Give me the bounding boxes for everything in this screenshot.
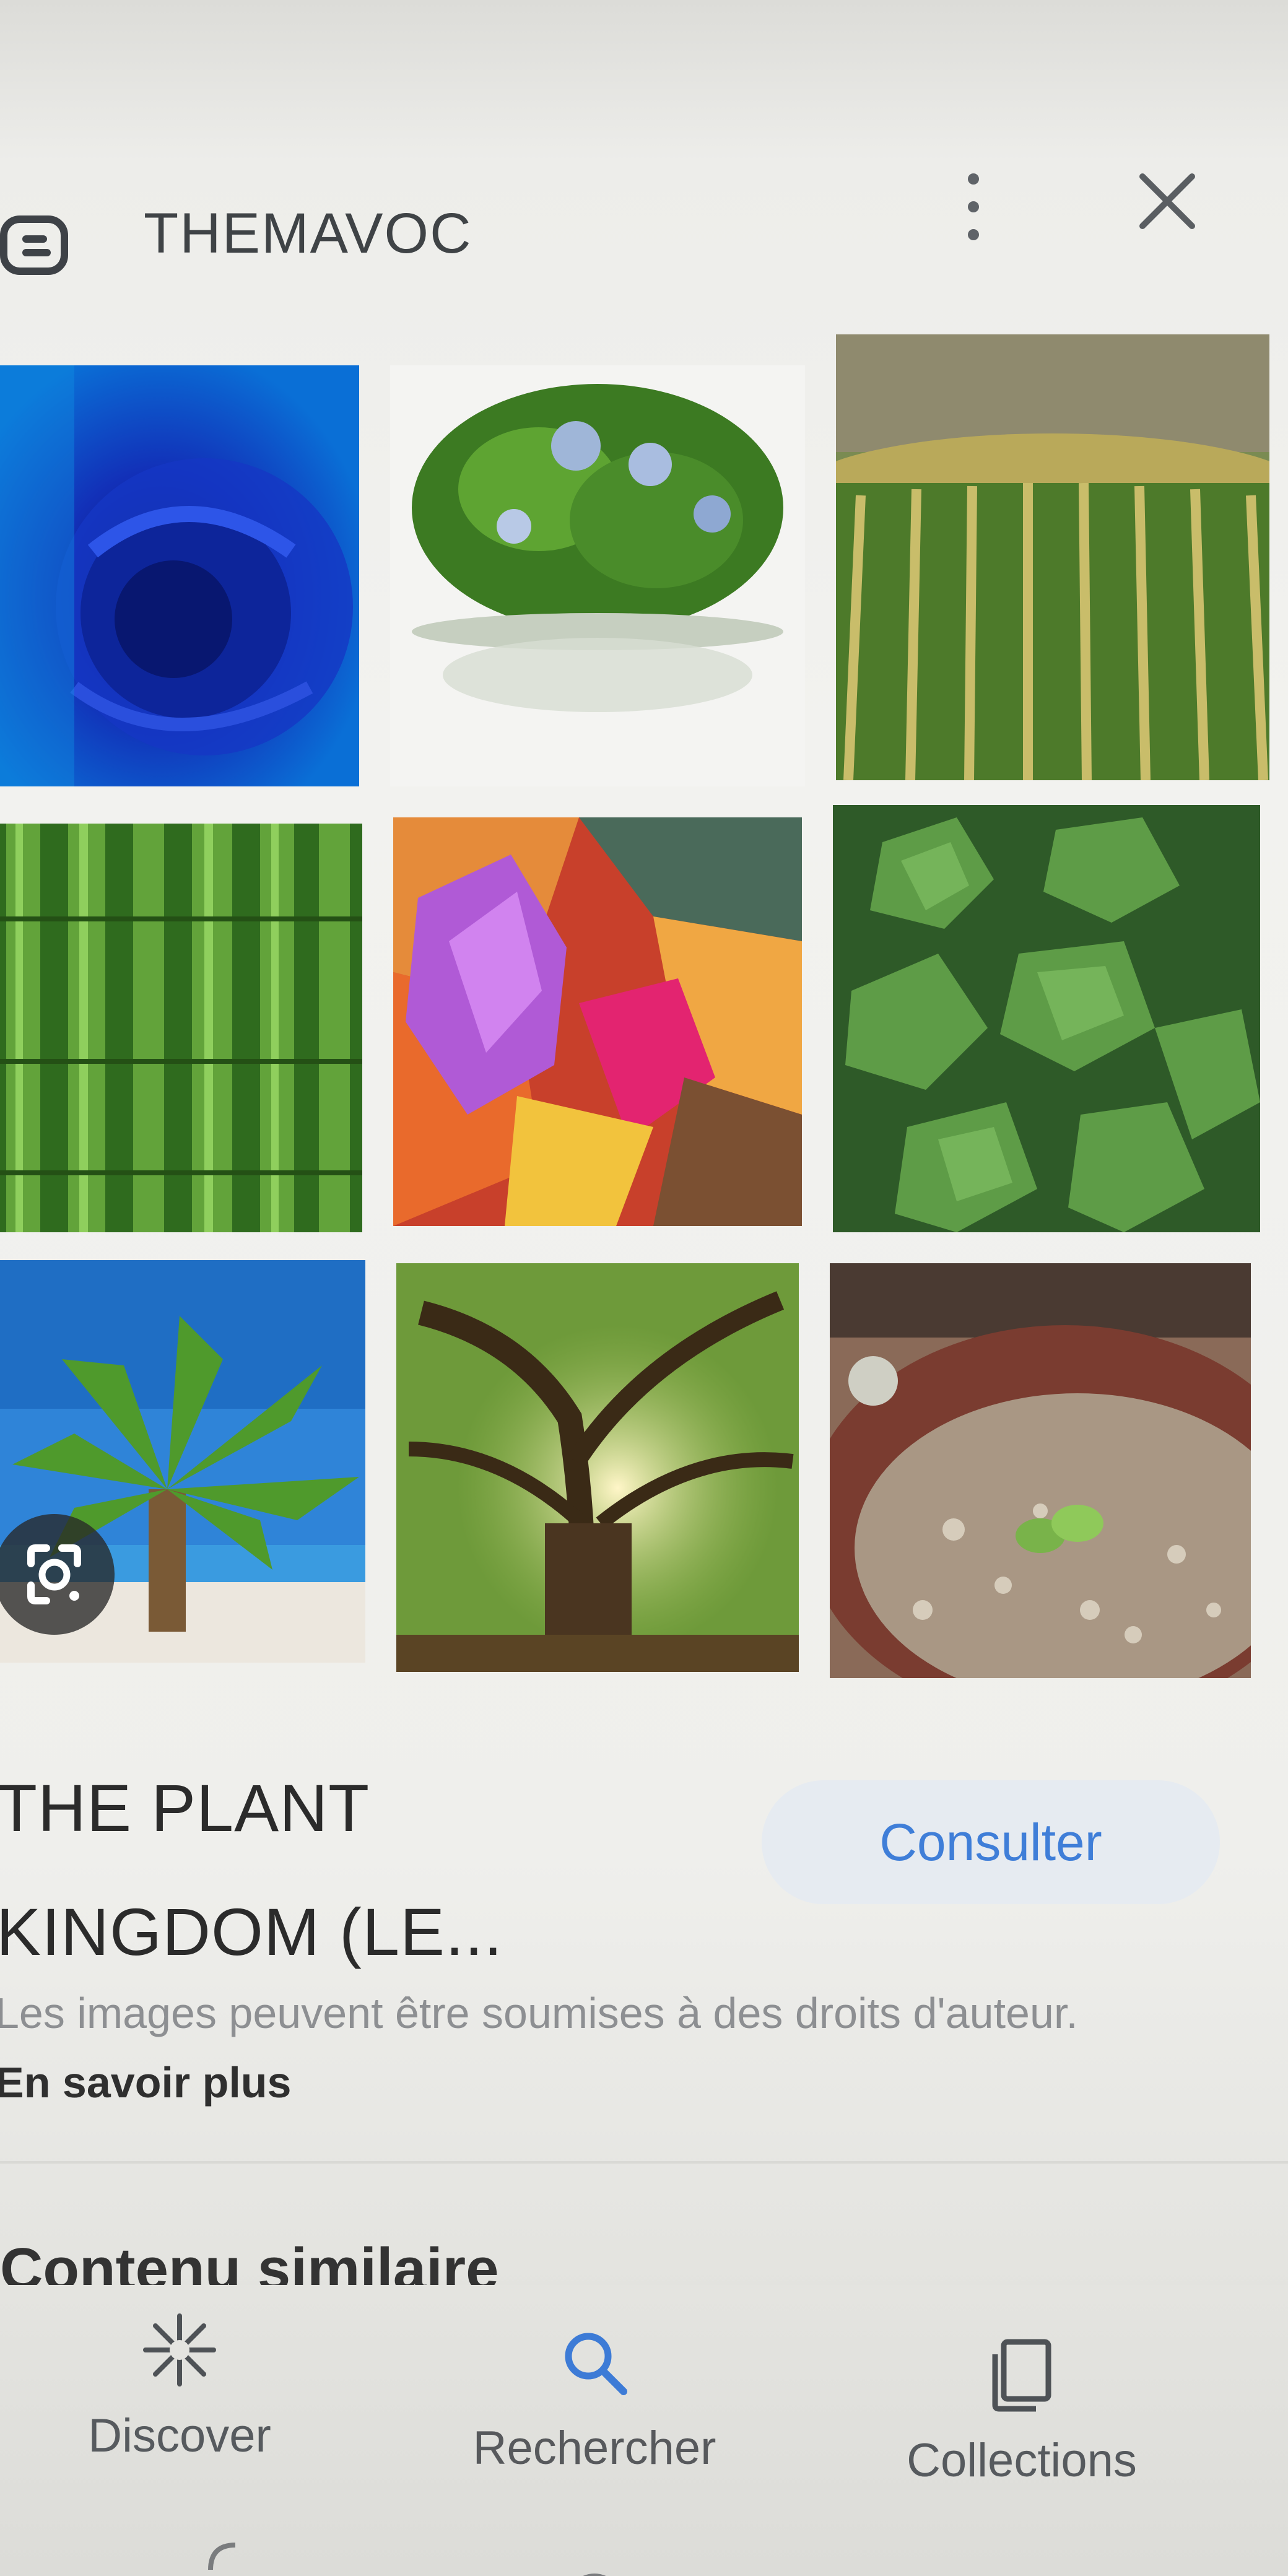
- learn-more-link[interactable]: En savoir plus: [0, 2058, 291, 2107]
- nav-item-collections[interactable]: Collections: [861, 2316, 1183, 2520]
- system-home-icon[interactable]: [557, 2551, 632, 2576]
- image-tile-autumn-leaves[interactable]: [393, 817, 802, 1226]
- google-lens-button[interactable]: [0, 1514, 115, 1635]
- more-vert-dot: [968, 201, 979, 212]
- divider: [0, 2161, 1288, 2164]
- nav-item-discover[interactable]: Discover: [19, 2291, 341, 2496]
- close-button[interactable]: [1127, 161, 1208, 242]
- result-title[interactable]: THE PLANT KINGDOM (LE...: [0, 1746, 708, 1994]
- nav-label-collections: Collections: [907, 2434, 1137, 2487]
- system-back-icon[interactable]: [186, 2533, 260, 2576]
- nav-label-search: Rechercher: [472, 2422, 716, 2474]
- collections-icon: [992, 2339, 1051, 2412]
- copyright-text: Les images peuvent être soumises à des d…: [0, 1989, 1078, 2037]
- similar-content-heading: Contenu similaire: [0, 2236, 499, 2291]
- google-lens-icon: [27, 1544, 81, 1604]
- more-vert-dot: [968, 229, 979, 240]
- site-name[interactable]: THEMAVOC: [144, 201, 472, 266]
- discover-asterisk-icon: [143, 2313, 216, 2387]
- more-vert-icon: [968, 173, 979, 185]
- more-options-button[interactable]: [947, 164, 997, 251]
- image-tile-cactus[interactable]: [836, 334, 1269, 780]
- nav-label-discover: Discover: [88, 2409, 271, 2462]
- image-tile-bamboo[interactable]: [0, 824, 362, 1232]
- image-tile-blue-rose[interactable]: [0, 365, 359, 786]
- image-tile-seedling-pot[interactable]: [830, 1263, 1251, 1678]
- image-viewer-page: THEMAVOC THE PLANT KINGDOM (LE... Consul…: [0, 0, 1288, 2576]
- image-tile-flower-bush[interactable]: [390, 365, 805, 786]
- search-icon: [565, 2333, 627, 2395]
- result-title-line2: KINGDOM (LE...: [0, 1894, 503, 1969]
- image-tile-ivy[interactable]: [833, 805, 1260, 1232]
- close-icon: [1139, 173, 1195, 229]
- visit-button[interactable]: Consulter: [762, 1780, 1220, 1904]
- result-title-line1: THE PLANT: [0, 1770, 370, 1845]
- nav-item-search[interactable]: Rechercher: [433, 2304, 755, 2508]
- image-tile-tree[interactable]: [396, 1263, 799, 1672]
- copyright-notice: Les images peuvent être soumises à des d…: [0, 1978, 1141, 2117]
- blogger-logo-icon[interactable]: [0, 211, 68, 279]
